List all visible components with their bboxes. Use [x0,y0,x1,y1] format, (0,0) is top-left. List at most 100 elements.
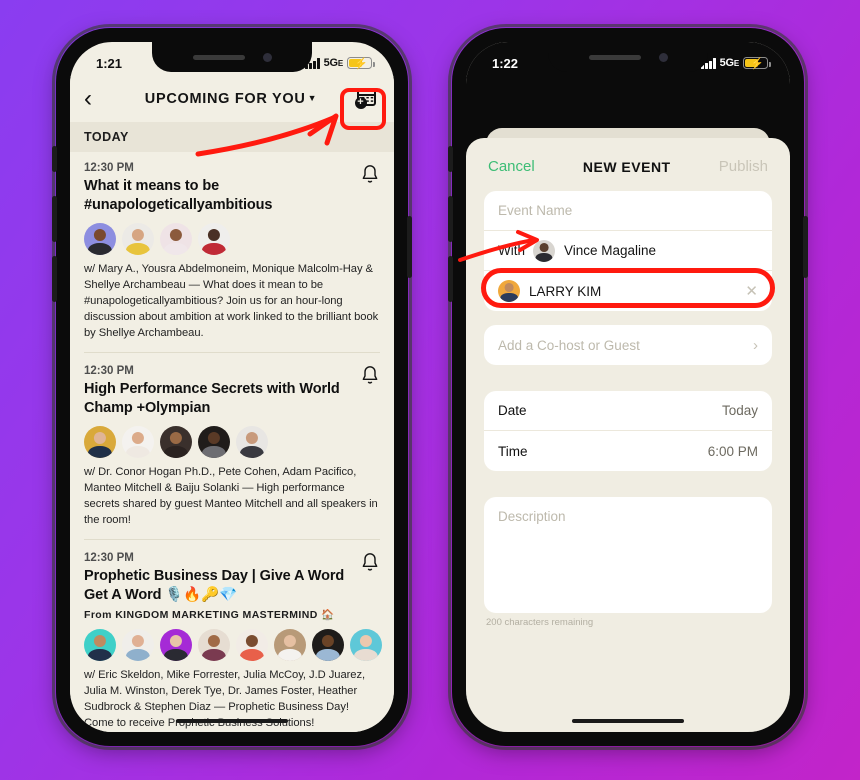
character-counter: 200 characters remaining [486,617,594,628]
avatar[interactable] [350,628,382,661]
home-indicator[interactable] [572,719,684,723]
annotation-arrow-to-guest-row [458,230,539,262]
cancel-button[interactable]: Cancel [488,158,535,175]
event-card[interactable]: 12:30 PM High Performance Secrets with W… [84,353,380,540]
phone-right: 1:22 5GE ⚡ Cancel NEW EVENT Publish Even… [448,24,808,750]
event-name-row[interactable]: Event Name [484,191,772,231]
host-name: Vince Magaline [564,243,657,258]
event-feed[interactable]: 12:30 PM What it means to be #unapologet… [70,152,394,732]
front-camera [262,52,272,62]
add-guest-group: Add a Co-host or Guest › [484,325,772,365]
avatar[interactable] [236,628,268,661]
event-card[interactable]: 12:30 PM What it means to be #unapologet… [84,152,380,353]
guest-row[interactable]: LARRY KIM ✕ [484,271,772,311]
event-card[interactable]: 12:30 PM Prophetic Business Day | Give A… [84,540,382,732]
event-description: w/ Mary A., Yousra Abdelmoneim, Monique … [84,263,379,339]
battery-icon: ⚡ [347,57,375,70]
status-indicators: 5GE ⚡ [701,57,771,70]
datetime-group: Date Today Time 6:00 PM [484,391,772,471]
page-title[interactable]: UPCOMING FOR YOU ▼ [112,91,350,107]
status-indicators: 5GE ⚡ [305,57,375,70]
earpiece-speaker [192,54,245,60]
network-type: 5GE [323,57,344,69]
avatar [498,280,520,302]
power-button[interactable] [803,216,808,278]
status-time-group: 1:22 [492,56,521,71]
event-avatars [84,426,380,459]
publish-button[interactable]: Publish [719,158,768,175]
bell-icon[interactable] [360,164,380,186]
front-camera [658,52,668,62]
avatar[interactable] [198,223,230,256]
power-button[interactable] [407,216,412,278]
avatar[interactable] [122,223,154,256]
sheet-header: Cancel NEW EVENT Publish [466,138,790,191]
avatar[interactable] [84,223,116,256]
event-source-lead: From [84,608,112,621]
mute-switch[interactable] [52,146,57,172]
avatar[interactable] [198,426,230,459]
event-description: w/ Dr. Conor Hogan Ph.D., Pete Cohen, Ad… [84,466,378,526]
event-title: High Performance Secrets with World Cham… [84,380,340,416]
network-sub: E [337,59,343,68]
event-avatars [84,223,380,256]
avatar[interactable] [198,628,230,661]
network-label: 5G [323,57,338,69]
time-value: 6:00 PM [707,443,758,459]
create-event-button[interactable]: + [350,84,380,114]
bell-icon[interactable] [360,552,380,574]
guest-name: LARRY KIM [529,283,602,299]
network-label: 5G [719,57,734,69]
page-title-text: UPCOMING FOR YOU [144,91,306,107]
add-cohost-or-guest-button[interactable]: Add a Co-host or Guest › [484,325,772,365]
avatar[interactable] [160,223,192,256]
annotation-arrow-to-create-event [195,113,339,157]
mute-switch[interactable] [448,146,453,172]
phone-right-screen: 1:22 5GE ⚡ Cancel NEW EVENT Publish Even… [466,42,790,732]
close-icon[interactable]: ✕ [745,282,758,300]
volume-up-button[interactable] [52,196,57,242]
bell-icon[interactable] [360,365,380,387]
date-value: Today [721,403,758,418]
description-input[interactable]: Description [484,497,772,613]
avatar[interactable] [160,426,192,459]
event-title: Prophetic Business Day | Give A Word Get… [84,567,345,603]
time-row[interactable]: Time 6:00 PM [484,431,772,471]
avatar[interactable] [160,628,192,661]
notch [152,42,312,72]
volume-down-button[interactable] [52,256,57,302]
avatar[interactable] [274,628,306,661]
section-header-label: TODAY [84,130,129,144]
sheet-title: NEW EVENT [582,158,671,175]
event-name-input[interactable]: Event Name [498,203,572,218]
chevron-down-icon: ▼ [307,93,318,103]
volume-down-button[interactable] [448,256,453,302]
event-avatars [84,628,382,661]
avatar[interactable] [312,628,344,661]
volume-up-button[interactable] [448,196,453,242]
new-event-sheet: Cancel NEW EVENT Publish Event Name With… [466,138,790,732]
network-type: 5GE [719,57,740,69]
avatar[interactable] [84,426,116,459]
network-sub: E [733,59,739,68]
date-row[interactable]: Date Today [484,391,772,431]
date-label: Date [498,403,527,418]
event-source[interactable]: From KINGDOM MARKETING MASTERMIND 🏠 [84,608,380,621]
time-label: Time [498,443,528,459]
avatar[interactable] [236,426,268,459]
chevron-right-icon: › [753,336,758,354]
battery-icon: ⚡ [743,57,771,70]
avatar[interactable] [84,628,116,661]
earpiece-speaker [588,54,641,60]
event-source-name: KINGDOM MARKETING MASTERMIND 🏠 [115,608,335,621]
calendar-plus-icon: + [354,89,376,109]
event-time: 12:30 PM [84,162,134,174]
home-indicator[interactable] [176,719,288,723]
status-time: 1:22 [492,55,519,71]
back-chevron-icon[interactable]: ‹ [84,87,112,111]
status-time: 1:21 [96,55,123,71]
avatar[interactable] [122,628,154,661]
avatar[interactable] [122,426,154,459]
event-time: 12:30 PM [84,551,134,564]
add-guest-label: Add a Co-host or Guest [498,337,640,353]
